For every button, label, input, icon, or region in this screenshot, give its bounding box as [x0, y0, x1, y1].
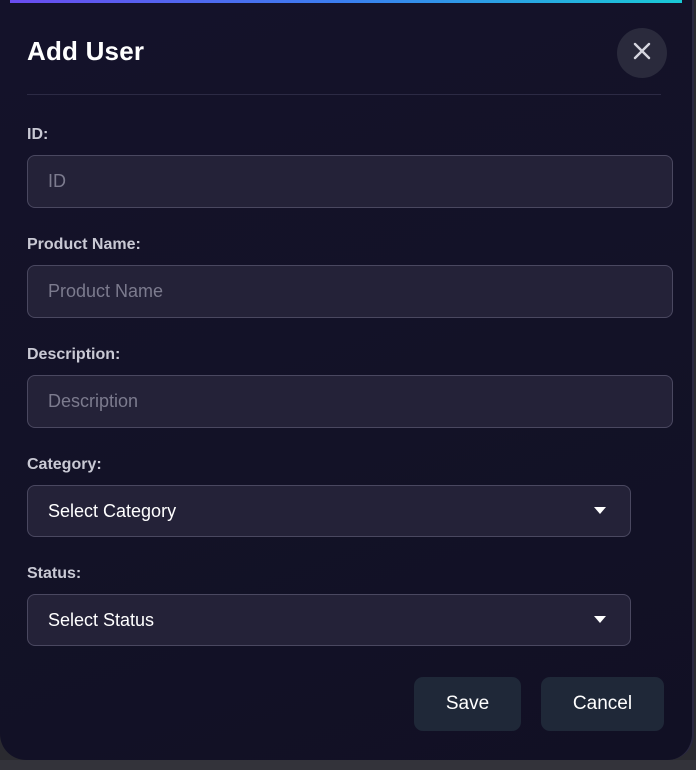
status-label: Status:	[27, 565, 82, 582]
product-name-field: Product Name:	[27, 235, 673, 318]
category-selected-value: Select Category	[48, 501, 177, 521]
save-button[interactable]: Save	[414, 677, 521, 731]
category-field: Category: Select Category	[27, 455, 631, 537]
product-name-label: Product Name:	[27, 236, 141, 253]
dialog-header: Add User	[27, 26, 667, 95]
close-button[interactable]	[617, 28, 667, 78]
background-strip	[0, 760, 696, 770]
caret-down-icon	[594, 616, 606, 623]
cancel-button[interactable]: Cancel	[541, 677, 664, 731]
status-selected-value: Select Status	[48, 610, 155, 630]
category-select[interactable]: Select Category	[27, 485, 631, 537]
description-field: Description:	[27, 345, 673, 428]
add-user-dialog: Add User ID: Product Name: Description: …	[0, 0, 694, 760]
category-label: Category:	[27, 456, 102, 473]
close-icon	[632, 41, 652, 66]
id-input[interactable]	[27, 155, 673, 208]
description-input[interactable]	[27, 375, 673, 428]
product-name-input[interactable]	[27, 265, 673, 318]
accent-bar	[10, 0, 682, 3]
status-field: Status: Select Status	[27, 564, 631, 646]
description-label: Description:	[27, 346, 121, 363]
status-select[interactable]: Select Status	[27, 594, 631, 646]
caret-down-icon	[594, 507, 606, 514]
dialog-title: Add User	[27, 36, 145, 66]
id-label: ID:	[27, 126, 49, 143]
id-field: ID:	[27, 125, 673, 208]
